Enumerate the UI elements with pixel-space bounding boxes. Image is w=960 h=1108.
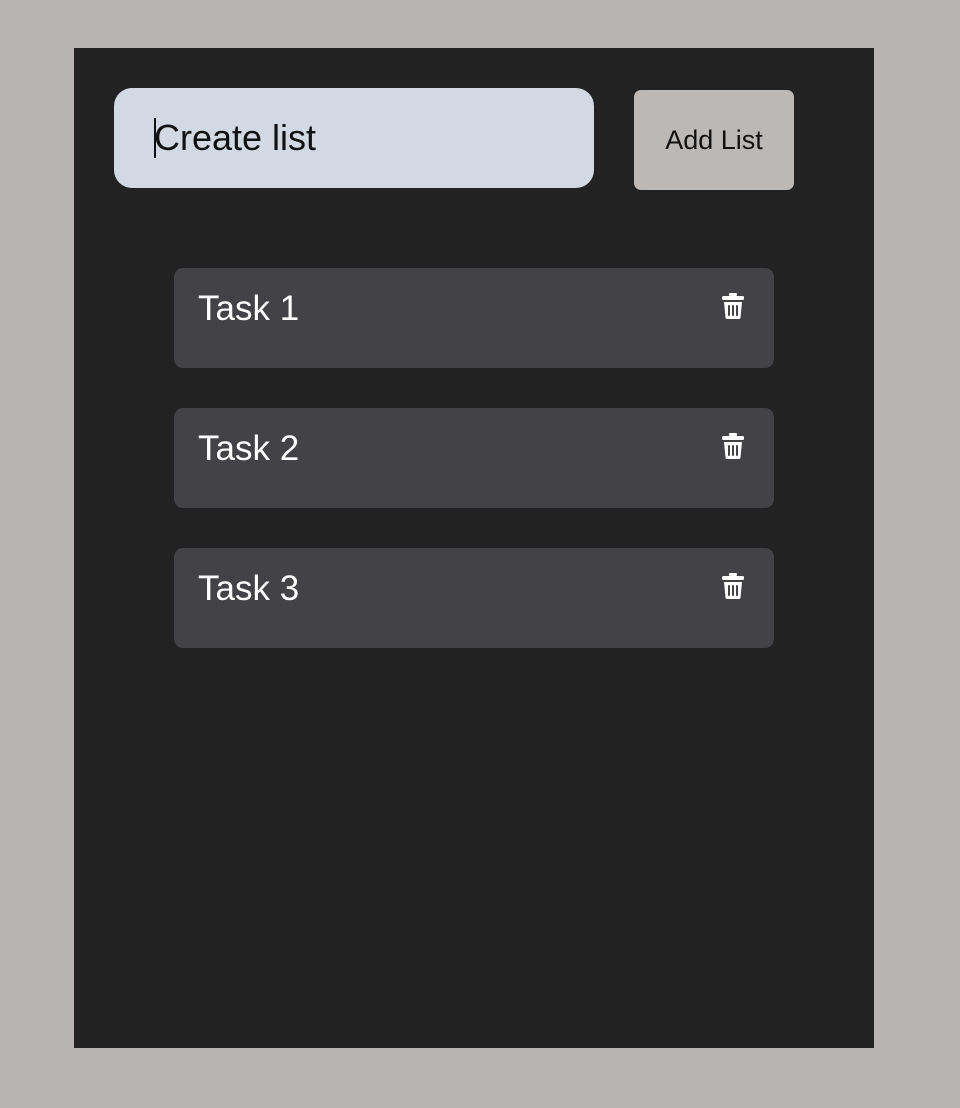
task-label: Task 1 <box>198 289 300 328</box>
trash-icon <box>722 573 744 599</box>
create-list-field[interactable] <box>114 88 594 188</box>
task-item: Task 2 <box>174 408 774 508</box>
trash-icon <box>722 293 744 319</box>
text-cursor <box>154 118 156 158</box>
create-list-input[interactable] <box>154 108 594 168</box>
delete-task-button[interactable] <box>718 568 748 604</box>
task-label: Task 2 <box>198 429 300 468</box>
task-item: Task 1 <box>174 268 774 368</box>
app-panel: Add List Task 1 Task 2 <box>74 48 874 1048</box>
task-list: Task 1 Task 2 Task 3 <box>174 268 774 688</box>
delete-task-button[interactable] <box>718 428 748 464</box>
task-label: Task 3 <box>198 569 300 608</box>
trash-icon <box>722 433 744 459</box>
task-item: Task 3 <box>174 548 774 648</box>
delete-task-button[interactable] <box>718 288 748 324</box>
add-list-button[interactable]: Add List <box>634 90 794 190</box>
